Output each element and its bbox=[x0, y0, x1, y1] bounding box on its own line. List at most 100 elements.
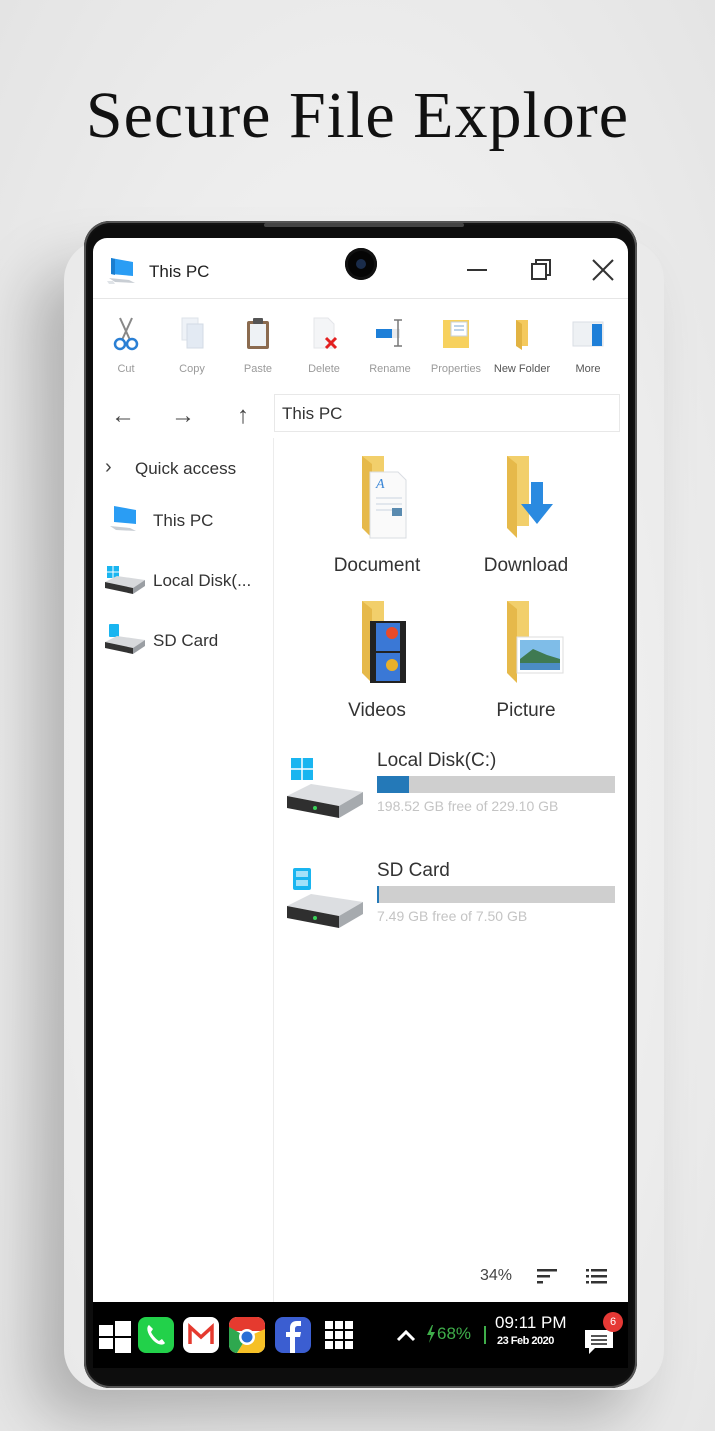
sort-button[interactable] bbox=[533, 1262, 561, 1290]
zoom-level: 34% bbox=[480, 1267, 513, 1284]
ribbon-label: More bbox=[575, 363, 601, 375]
ribbon-label: Properties bbox=[430, 363, 482, 375]
start-button[interactable] bbox=[97, 1317, 133, 1353]
minimize-icon bbox=[467, 269, 487, 271]
folder-downloads[interactable]: Download bbox=[456, 454, 596, 584]
sidebar-item-label: Local Disk(... bbox=[153, 571, 252, 590]
sd-card-drive-icon bbox=[105, 624, 145, 654]
clipboard-icon bbox=[247, 318, 269, 349]
ribbon-label: Paste bbox=[243, 363, 273, 375]
ribbon-label: Cut bbox=[117, 363, 135, 375]
sidebar-item-local-disk[interactable]: Local Disk(... bbox=[103, 562, 268, 598]
tray-expand-button[interactable] bbox=[393, 1317, 419, 1353]
documents-folder-icon: A bbox=[362, 456, 407, 539]
ribbon-label: Delete bbox=[308, 363, 340, 375]
notifications-button[interactable]: 6 bbox=[583, 1312, 623, 1354]
arrow-left-icon: ← bbox=[111, 402, 135, 429]
drive-free-space: 7.49 GB free of 7.50 GB bbox=[377, 908, 528, 924]
chevron-up-icon bbox=[396, 1329, 416, 1342]
sd-card-drive-icon bbox=[287, 868, 363, 928]
chevron-right-icon: › bbox=[105, 456, 112, 478]
drive-usage-fill bbox=[377, 776, 409, 793]
close-button[interactable] bbox=[585, 252, 621, 288]
facebook-icon bbox=[286, 1321, 301, 1353]
front-camera bbox=[345, 248, 377, 280]
folder-videos[interactable]: Videos bbox=[307, 599, 447, 729]
svg-text:A: A bbox=[375, 477, 385, 492]
ribbon-label: Rename bbox=[369, 363, 411, 375]
chrome-icon bbox=[229, 1317, 265, 1353]
sidebar-item-this-pc[interactable]: This PC bbox=[103, 502, 268, 538]
arrow-right-icon: → bbox=[171, 402, 195, 429]
gmail-app-button[interactable] bbox=[183, 1317, 219, 1353]
notification-badge: 6 bbox=[603, 1312, 623, 1332]
delete-icon bbox=[313, 317, 338, 350]
drive-usage-fill bbox=[377, 886, 379, 903]
copy-icon bbox=[181, 317, 204, 349]
drive-local-disk[interactable]: Local Disk(C:) 198.52 GB free of 229.10 … bbox=[283, 750, 623, 840]
drive-usage-bar bbox=[377, 886, 615, 903]
rename-icon bbox=[376, 319, 402, 347]
properties-button[interactable]: Properties bbox=[423, 316, 489, 382]
explorer-window: This PC Cut Copy Paste Delete Rename Pro… bbox=[93, 238, 628, 1302]
sidebar: › Quick access This PC Local Disk(... SD… bbox=[93, 438, 274, 1302]
apps-grid-button[interactable] bbox=[321, 1317, 357, 1353]
more-panel-icon bbox=[572, 321, 604, 347]
taskbar: 68% 09:11 PM 23 Feb 2020 6 bbox=[93, 1302, 628, 1368]
sidebar-item-quick-access[interactable]: › Quick access bbox=[103, 450, 268, 486]
drive-name: SD Card bbox=[377, 860, 450, 881]
sidebar-item-label: Quick access bbox=[135, 459, 237, 478]
folder-label: Document bbox=[333, 555, 421, 576]
restore-button[interactable] bbox=[523, 252, 559, 288]
forward-button[interactable]: → bbox=[165, 398, 201, 434]
ribbon-toolbar: Cut Copy Paste Delete Rename Properties … bbox=[93, 308, 628, 384]
copy-button[interactable]: Copy bbox=[159, 316, 225, 382]
computer-icon bbox=[110, 506, 136, 531]
ribbon-label: New Folder bbox=[493, 363, 551, 375]
drive-sd-card[interactable]: SD Card 7.49 GB free of 7.50 GB bbox=[283, 860, 623, 950]
clock-time[interactable]: 09:11 PM bbox=[495, 1313, 567, 1333]
address-bar[interactable]: This PC bbox=[274, 394, 620, 432]
sidebar-item-sd-card[interactable]: SD Card bbox=[103, 622, 268, 658]
folder-label: Picture bbox=[496, 700, 556, 721]
paste-button[interactable]: Paste bbox=[225, 316, 291, 382]
rename-button[interactable]: Rename bbox=[357, 316, 423, 382]
pictures-folder-icon bbox=[507, 601, 564, 683]
more-button[interactable]: More bbox=[555, 316, 621, 382]
back-button[interactable]: ← bbox=[105, 398, 141, 434]
cut-button[interactable]: Cut bbox=[93, 316, 159, 382]
tray-divider bbox=[484, 1326, 486, 1344]
drive-usage-bar bbox=[377, 776, 615, 793]
chrome-app-button[interactable] bbox=[229, 1317, 265, 1353]
downloads-folder-icon bbox=[507, 456, 553, 538]
new-folder-icon bbox=[516, 320, 528, 350]
sort-icon bbox=[537, 1269, 557, 1284]
close-icon bbox=[592, 259, 614, 281]
videos-folder-icon bbox=[362, 601, 406, 683]
folder-label: Videos bbox=[348, 700, 406, 721]
arrow-up-icon: ↑ bbox=[237, 402, 249, 429]
facebook-app-button[interactable] bbox=[275, 1317, 311, 1353]
gmail-icon bbox=[188, 1323, 214, 1344]
start-icon bbox=[99, 1321, 131, 1353]
new-folder-button[interactable]: New Folder bbox=[489, 316, 555, 382]
battery-level: 68% bbox=[437, 1324, 472, 1343]
charging-icon bbox=[427, 1325, 435, 1343]
view-mode-button[interactable] bbox=[583, 1262, 611, 1290]
apps-grid-icon bbox=[325, 1321, 353, 1349]
folder-label: Download bbox=[483, 555, 569, 576]
clock-date: 23 Feb 2020 bbox=[497, 1335, 554, 1347]
folder-pictures[interactable]: Picture bbox=[456, 599, 596, 729]
drive-name: Local Disk(C:) bbox=[377, 750, 497, 771]
minimize-button[interactable] bbox=[459, 252, 495, 288]
phone-app-button[interactable] bbox=[138, 1317, 174, 1353]
sidebar-item-label: SD Card bbox=[153, 631, 219, 650]
folder-documents[interactable]: A Document bbox=[307, 454, 447, 584]
list-view-icon bbox=[586, 1269, 607, 1284]
ribbon-label: Copy bbox=[179, 363, 205, 375]
sidebar-item-label: This PC bbox=[153, 511, 214, 530]
delete-button[interactable]: Delete bbox=[291, 316, 357, 382]
properties-icon bbox=[443, 320, 469, 348]
up-button[interactable]: ↑ bbox=[225, 398, 261, 434]
windows-drive-icon bbox=[105, 566, 145, 594]
